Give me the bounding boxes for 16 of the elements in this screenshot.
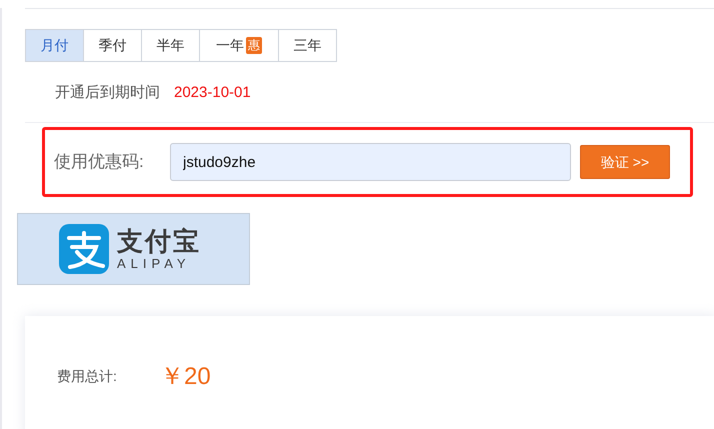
period-tab[interactable]: 一年 惠 xyxy=(199,29,279,62)
total-label: 费用总计: xyxy=(57,367,118,386)
period-tab[interactable]: 三年 xyxy=(278,29,337,62)
expiry-label: 开通后到期时间 xyxy=(55,82,160,103)
total-amount: ￥20 xyxy=(160,362,211,392)
period-tab[interactable]: 季付 xyxy=(83,29,142,62)
alipay-option[interactable]: 支付宝 ALIPAY xyxy=(17,213,250,285)
coupon-label: 使用优惠码: xyxy=(54,151,145,174)
discount-badge: 惠 xyxy=(246,37,262,54)
alipay-name: 支付宝 xyxy=(117,226,201,256)
period-tab[interactable]: 月付 xyxy=(25,29,84,62)
coupon-input[interactable]: jstudo9zhe xyxy=(170,143,571,181)
expiry-date: 2023-10-01 xyxy=(174,82,251,103)
period-tab[interactable]: 半年 xyxy=(141,29,200,62)
alipay-latin: ALIPAY xyxy=(117,256,192,272)
alipay-logo-icon xyxy=(59,224,109,274)
